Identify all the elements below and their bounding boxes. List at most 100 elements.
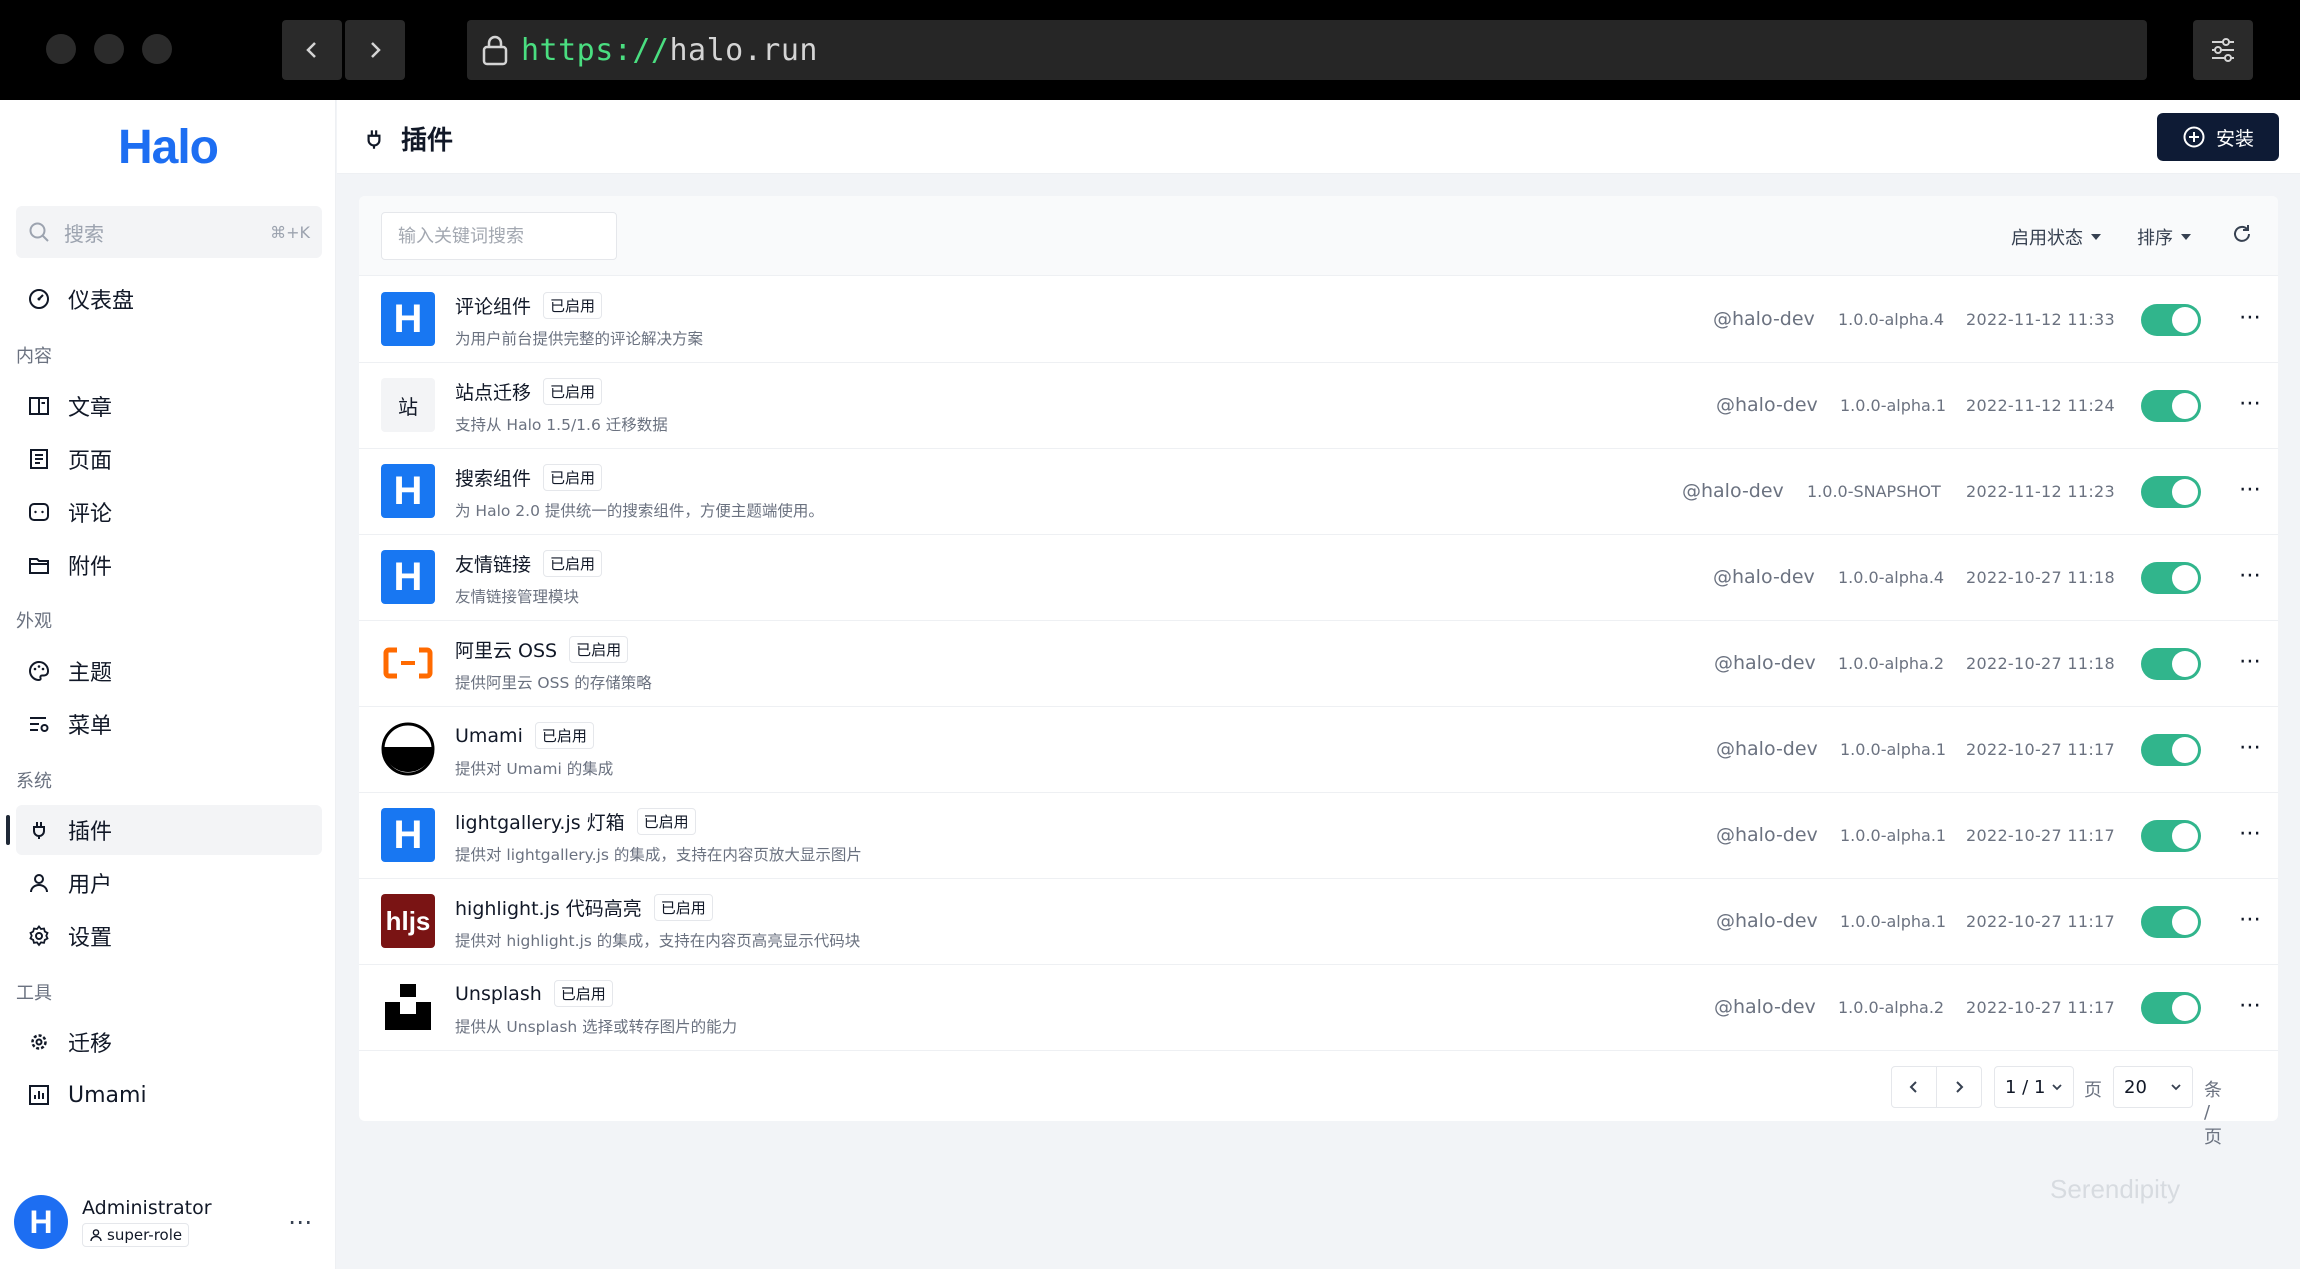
plugin-author[interactable]: @halo-dev — [1682, 480, 1784, 502]
window-minimize-dot[interactable] — [94, 34, 124, 64]
sidebar-item-settings[interactable]: 设置 — [16, 911, 322, 961]
plugin-author[interactable]: @halo-dev — [1713, 566, 1815, 588]
plugin-enable-toggle[interactable] — [2141, 734, 2201, 766]
plugin-version: 1.0.0-alpha.1 — [1840, 826, 1947, 845]
chevron-right-icon — [1956, 1081, 1964, 1093]
plugin-more-button[interactable]: ⋯ — [2239, 563, 2262, 588]
browser-settings-button[interactable] — [2193, 20, 2253, 80]
plugin-date: 2022-11-12 11:23 — [1966, 482, 2115, 501]
umami-logo — [381, 722, 435, 776]
plugin-name[interactable]: 站点迁移 已启用 — [455, 378, 603, 405]
install-plugin-button[interactable]: 安装 — [2157, 113, 2279, 161]
plugin-name[interactable]: 友情链接 已启用 — [455, 550, 603, 577]
plugin-more-button[interactable]: ⋯ — [2239, 993, 2262, 1018]
sidebar-item-plugins[interactable]: 插件 — [6, 805, 322, 855]
avatar[interactable]: H — [14, 1195, 68, 1249]
prev-page-button[interactable] — [1891, 1066, 1937, 1108]
sidebar-item-posts[interactable]: 文章 — [16, 381, 322, 431]
plugin-name[interactable]: highlight.js 代码高亮 已启用 — [455, 894, 713, 921]
sidebar-item-menus[interactable]: 菜单 — [16, 699, 322, 749]
book-icon — [26, 393, 52, 419]
comment-icon — [26, 499, 52, 525]
status-filter-dropdown[interactable]: 启用状态 — [2011, 224, 2101, 250]
plugin-description: 提供从 Unsplash 选择或转存图片的能力 — [455, 1018, 738, 1036]
forward-button[interactable] — [345, 20, 405, 80]
window-close-dot[interactable] — [46, 34, 76, 64]
plugin-row[interactable]: H 搜索组件 已启用 为 Halo 2.0 提供统一的搜索组件，方便主题端使用。 … — [359, 449, 2278, 535]
plugin-author[interactable]: @halo-dev — [1716, 910, 1818, 932]
watermark: Serendipity — [2050, 1174, 2181, 1204]
plugin-name[interactable]: Unsplash 已启用 — [455, 980, 613, 1007]
plugin-enable-toggle[interactable] — [2141, 476, 2201, 508]
plugin-date: 2022-10-27 11:17 — [1966, 912, 2115, 931]
page-select[interactable]: 1 / 1 — [1994, 1066, 2074, 1108]
keyword-search-input[interactable] — [381, 212, 617, 260]
palette-icon — [26, 658, 52, 684]
plugin-description: 为 Halo 2.0 提供统一的搜索组件，方便主题端使用。 — [455, 502, 824, 520]
app-frame: Halo 搜索 ⌘+K 仪表盘 内容 文章 页面 评论 附件 外观 主题 菜单 … — [0, 100, 2300, 1269]
plugin-enable-toggle[interactable] — [2141, 304, 2201, 336]
plugin-row[interactable]: 站 站点迁移 已启用 支持从 Halo 1.5/1.6 迁移数据 @halo-de… — [359, 363, 2278, 449]
next-page-button[interactable] — [1936, 1066, 1982, 1108]
window-maximize-dot[interactable] — [142, 34, 172, 64]
plugin-description: 支持从 Halo 1.5/1.6 迁移数据 — [455, 416, 668, 434]
user-icon — [90, 1229, 102, 1242]
plugin-more-button[interactable]: ⋯ — [2239, 821, 2262, 846]
plugin-author[interactable]: @halo-dev — [1716, 394, 1818, 416]
plugin-logo: H — [381, 464, 435, 518]
plugin-logo: 站 — [381, 378, 435, 432]
chevron-right-icon — [371, 42, 381, 58]
plugin-row[interactable]: H 友情链接 已启用 友情链接管理模块 @halo-dev 1.0.0-alpha… — [359, 535, 2278, 621]
halo-logo[interactable]: Halo — [0, 120, 336, 175]
plugin-more-button[interactable]: ⋯ — [2239, 907, 2262, 932]
plugin-more-button[interactable]: ⋯ — [2239, 649, 2262, 674]
status-badge: 已启用 — [543, 378, 603, 405]
global-search-button[interactable]: 搜索 ⌘+K — [16, 206, 322, 258]
plugin-author[interactable]: @halo-dev — [1713, 308, 1815, 330]
page-size-select[interactable]: 20 — [2113, 1066, 2193, 1108]
plugin-author[interactable]: @halo-dev — [1714, 652, 1816, 674]
plugin-name[interactable]: 评论组件 已启用 — [455, 292, 603, 319]
plugin-author[interactable]: @halo-dev — [1716, 824, 1818, 846]
plugin-row[interactable]: H lightgallery.js 灯箱 已启用 提供对 lightgallery… — [359, 793, 2278, 879]
plugin-name[interactable]: 搜索组件 已启用 — [455, 464, 603, 491]
sort-dropdown[interactable]: 排序 — [2137, 224, 2191, 250]
sidebar-item-migration[interactable]: 迁移 — [16, 1017, 322, 1067]
plugin-more-button[interactable]: ⋯ — [2239, 305, 2262, 330]
plugin-name[interactable]: lightgallery.js 灯箱 已启用 — [455, 808, 696, 835]
plugin-enable-toggle[interactable] — [2141, 648, 2201, 680]
plugin-version: 1.0.0-alpha.1 — [1840, 396, 1947, 415]
sidebar-item-umami[interactable]: Umami — [16, 1070, 322, 1120]
plugin-row[interactable]: Umami 已启用 提供对 Umami 的集成 @halo-dev 1.0.0-a… — [359, 707, 2278, 793]
plugin-author[interactable]: @halo-dev — [1714, 996, 1816, 1018]
plugin-row[interactable]: Unsplash 已启用 提供从 Unsplash 选择或转存图片的能力 @hal… — [359, 965, 2278, 1051]
refresh-button[interactable] — [2230, 222, 2254, 250]
sidebar-item-users[interactable]: 用户 — [16, 858, 322, 908]
plugin-row[interactable]: H 评论组件 已启用 为用户前台提供完整的评论解决方案 @halo-dev 1.0… — [359, 277, 2278, 363]
plugin-row[interactable]: 阿里云 OSS 已启用 提供阿里云 OSS 的存储策略 @halo-dev 1.0… — [359, 621, 2278, 707]
sidebar-item-comments[interactable]: 评论 — [16, 487, 322, 537]
plugin-enable-toggle[interactable] — [2141, 906, 2201, 938]
plugin-name[interactable]: Umami 已启用 — [455, 722, 594, 749]
plugin-name[interactable]: 阿里云 OSS 已启用 — [455, 636, 629, 663]
back-button[interactable] — [282, 20, 342, 80]
sidebar-item-pages[interactable]: 页面 — [16, 434, 322, 484]
user-menu-button[interactable]: ⋯ — [288, 1208, 312, 1236]
plugin-more-button[interactable]: ⋯ — [2239, 391, 2262, 416]
plugin-more-button[interactable]: ⋯ — [2239, 735, 2262, 760]
plugin-enable-toggle[interactable] — [2141, 562, 2201, 594]
plugin-date: 2022-10-27 11:17 — [1966, 740, 2115, 759]
plugin-enable-toggle[interactable] — [2141, 992, 2201, 1024]
plugin-row[interactable]: hljs highlight.js 代码高亮 已启用 提供对 highlight.… — [359, 879, 2278, 965]
sliders-icon — [2212, 38, 2234, 62]
plugin-more-button[interactable]: ⋯ — [2239, 477, 2262, 502]
sidebar-item-dashboard[interactable]: 仪表盘 — [16, 274, 322, 324]
sidebar-item-themes[interactable]: 主题 — [16, 646, 322, 696]
address-bar[interactable]: https://halo.run — [467, 20, 2147, 80]
plugin-enable-toggle[interactable] — [2141, 820, 2201, 852]
sidebar-item-attachments[interactable]: 附件 — [16, 540, 322, 590]
plugin-author[interactable]: @halo-dev — [1716, 738, 1818, 760]
plugin-enable-toggle[interactable] — [2141, 390, 2201, 422]
plugin-description: 友情链接管理模块 — [455, 588, 580, 606]
plug-icon — [361, 126, 387, 152]
